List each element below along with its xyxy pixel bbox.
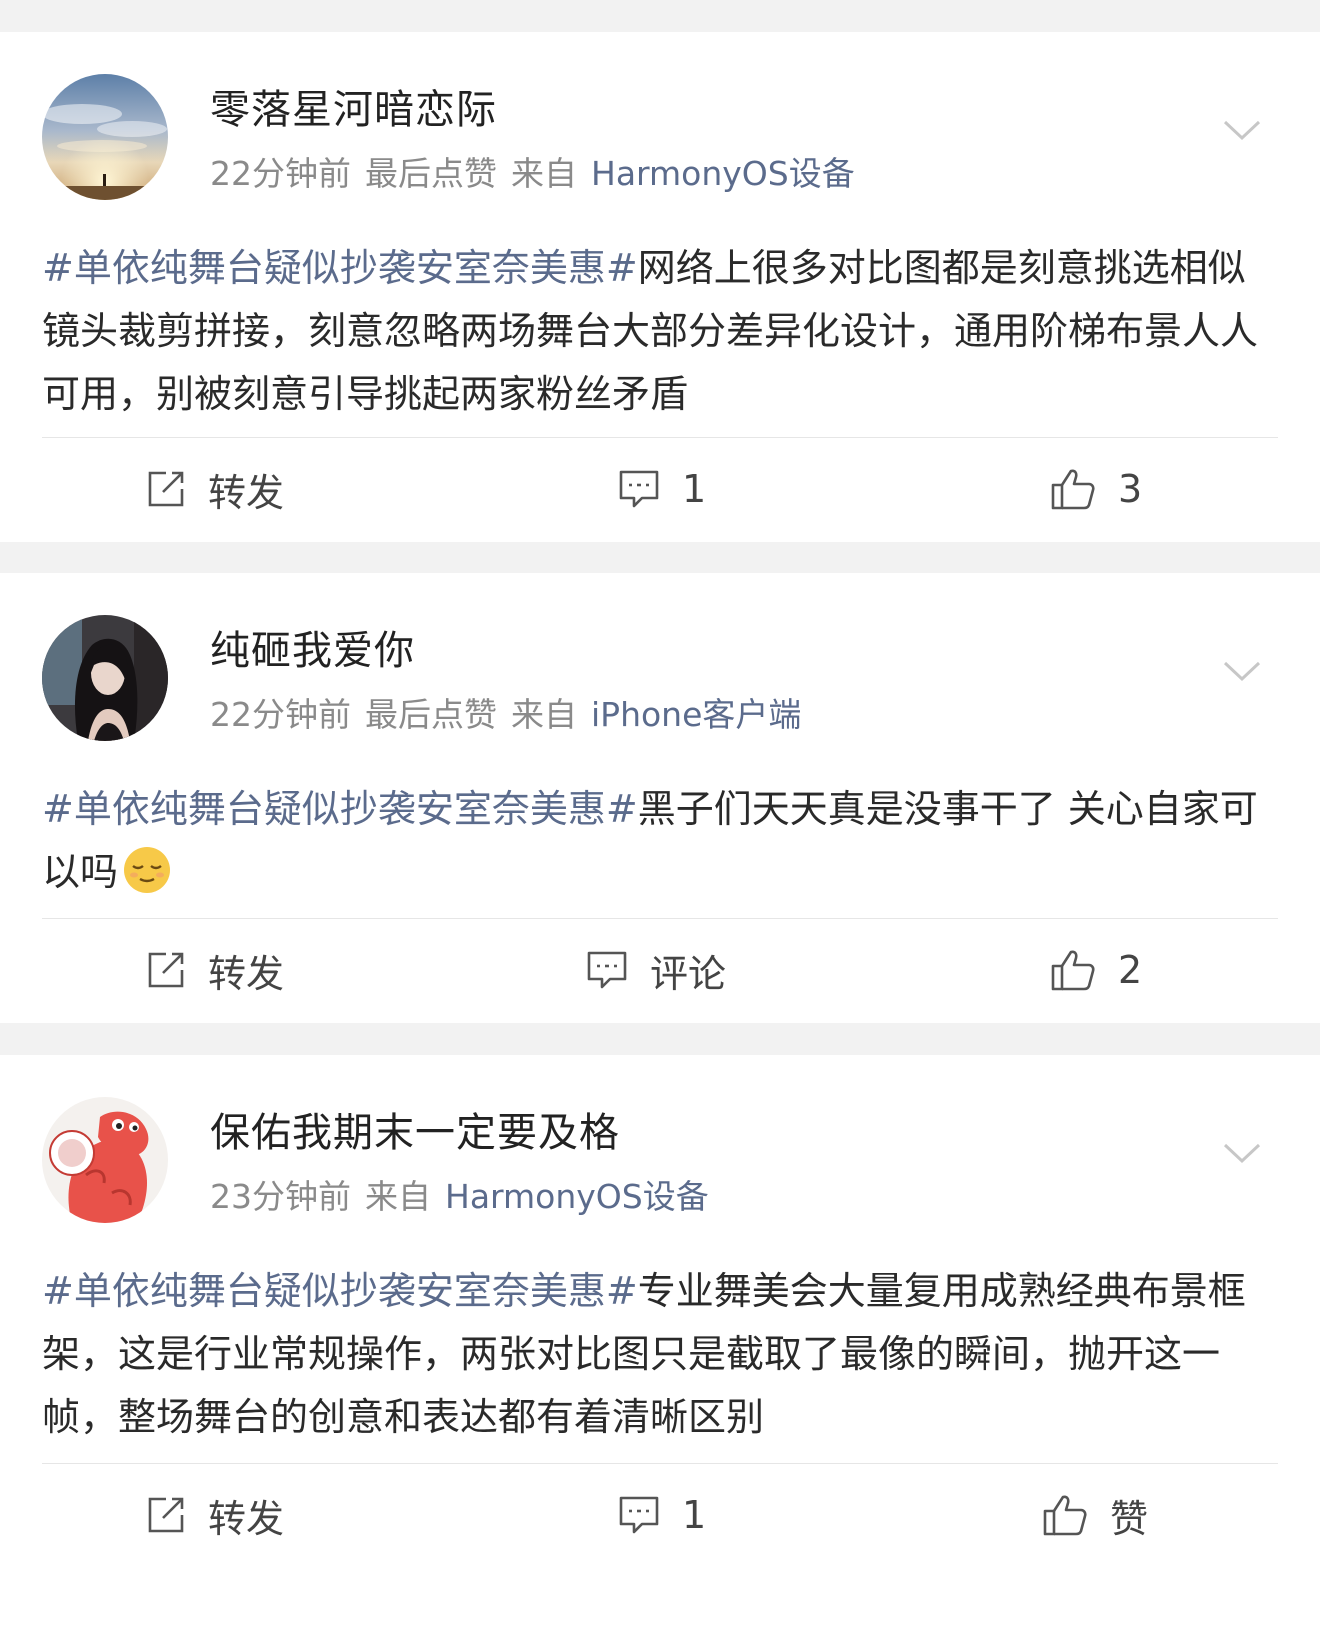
- like-count: 3: [1118, 467, 1143, 511]
- repost-button[interactable]: 转发: [146, 439, 284, 539]
- hashtag-link[interactable]: #单依纯舞台疑似抄袭安室奈美惠#: [42, 1269, 638, 1313]
- repost-label: 转发: [208, 1496, 285, 1541]
- repost-button[interactable]: 转发: [146, 920, 284, 1020]
- comment-icon: [587, 951, 627, 989]
- hashtag-link[interactable]: #单依纯舞台疑似抄袭安室奈美惠#: [42, 787, 638, 831]
- avatar[interactable]: [42, 1097, 168, 1223]
- chevron-down-icon[interactable]: [1222, 118, 1262, 144]
- repost-label: 转发: [208, 470, 285, 515]
- post-meta: 22分钟前 最后点赞 来自 iPhone客户端: [210, 691, 801, 739]
- from-label: 来自: [511, 154, 577, 193]
- like-count: 2: [1118, 948, 1143, 992]
- post-time: 22分钟前: [210, 154, 351, 193]
- last-liked-label: 最后点赞: [365, 695, 497, 734]
- hashtag-link[interactable]: #单依纯舞台疑似抄袭安室奈美惠#: [42, 246, 638, 290]
- post-content: #单依纯舞台疑似抄袭安室奈美惠#黑子们天天真是没事干了 关心自家可以吗: [42, 778, 1282, 904]
- action-bar: 转发 1 赞: [0, 1465, 1320, 1565]
- repost-icon: [148, 471, 184, 507]
- avatar-portrait-image: [42, 615, 168, 741]
- comment-button[interactable]: 1: [618, 1465, 706, 1565]
- from-label: 来自: [511, 695, 577, 734]
- action-bar: 转发 1 3: [0, 439, 1320, 539]
- post-card: 零落星河暗恋际 22分钟前 最后点赞 来自 HarmonyOS设备 #单依纯舞台疑似抄…: [0, 32, 1320, 542]
- post-time: 22分钟前: [210, 695, 351, 734]
- avatar-sunset-image: [42, 74, 168, 200]
- comment-icon: [619, 470, 659, 508]
- relieved-face-emoji-icon: [124, 847, 171, 893]
- username[interactable]: 纯砸我爱你: [210, 623, 415, 679]
- like-button[interactable]: 赞: [1042, 1465, 1148, 1565]
- last-liked-label: 最后点赞: [365, 154, 497, 193]
- like-label: 赞: [1110, 1496, 1149, 1541]
- chevron-down-icon[interactable]: [1222, 659, 1262, 685]
- post-time: 23分钟前: [210, 1177, 351, 1216]
- repost-label: 转发: [208, 951, 285, 996]
- source-device[interactable]: HarmonyOS设备: [591, 154, 855, 193]
- divider: [42, 918, 1278, 919]
- post-card: 保佑我期末一定要及格 23分钟前 来自 HarmonyOS设备 #单依纯舞台疑似抄袭…: [0, 1055, 1320, 1632]
- comment-icon: [619, 1496, 659, 1534]
- comment-button[interactable]: 评论: [586, 920, 726, 1020]
- source-device[interactable]: iPhone客户端: [591, 695, 801, 734]
- post-content: #单依纯舞台疑似抄袭安室奈美惠#专业舞美会大量复用成熟经典布景框架，这是行业常规…: [42, 1260, 1282, 1449]
- thumbs-up-icon: [1051, 950, 1095, 991]
- post-meta: 22分钟前 最后点赞 来自 HarmonyOS设备: [210, 150, 855, 198]
- like-button[interactable]: 3: [1050, 439, 1142, 539]
- avatar-cartoon-image: [42, 1097, 168, 1223]
- divider: [42, 1463, 1278, 1464]
- action-bar: 转发 评论 2: [0, 920, 1320, 1020]
- post-meta: 23分钟前 来自 HarmonyOS设备: [210, 1173, 709, 1221]
- repost-button[interactable]: 转发: [146, 1465, 284, 1565]
- post-content: #单依纯舞台疑似抄袭安室奈美惠#网络上很多对比图都是刻意挑选相似镜头裁剪拼接，刻…: [42, 237, 1282, 426]
- comment-label: 评论: [650, 951, 727, 996]
- repost-icon: [148, 1497, 184, 1533]
- avatar[interactable]: [42, 615, 168, 741]
- post-card: 纯砸我爱你 22分钟前 最后点赞 来自 iPhone客户端 #单依纯舞台疑似抄袭安室奈…: [0, 573, 1320, 1023]
- thumbs-up-icon: [1051, 469, 1095, 510]
- source-device[interactable]: HarmonyOS设备: [445, 1177, 709, 1216]
- divider: [42, 437, 1278, 438]
- comment-count: 1: [682, 1493, 707, 1537]
- avatar[interactable]: [42, 74, 168, 200]
- thumbs-up-icon: [1043, 1495, 1087, 1536]
- comment-button[interactable]: 1: [618, 439, 706, 539]
- comment-count: 1: [682, 467, 707, 511]
- username[interactable]: 零落星河暗恋际: [210, 82, 497, 138]
- from-label: 来自: [365, 1177, 431, 1216]
- username[interactable]: 保佑我期末一定要及格: [210, 1105, 620, 1161]
- repost-icon: [148, 952, 184, 988]
- like-button[interactable]: 2: [1050, 920, 1142, 1020]
- chevron-down-icon[interactable]: [1222, 1141, 1262, 1167]
